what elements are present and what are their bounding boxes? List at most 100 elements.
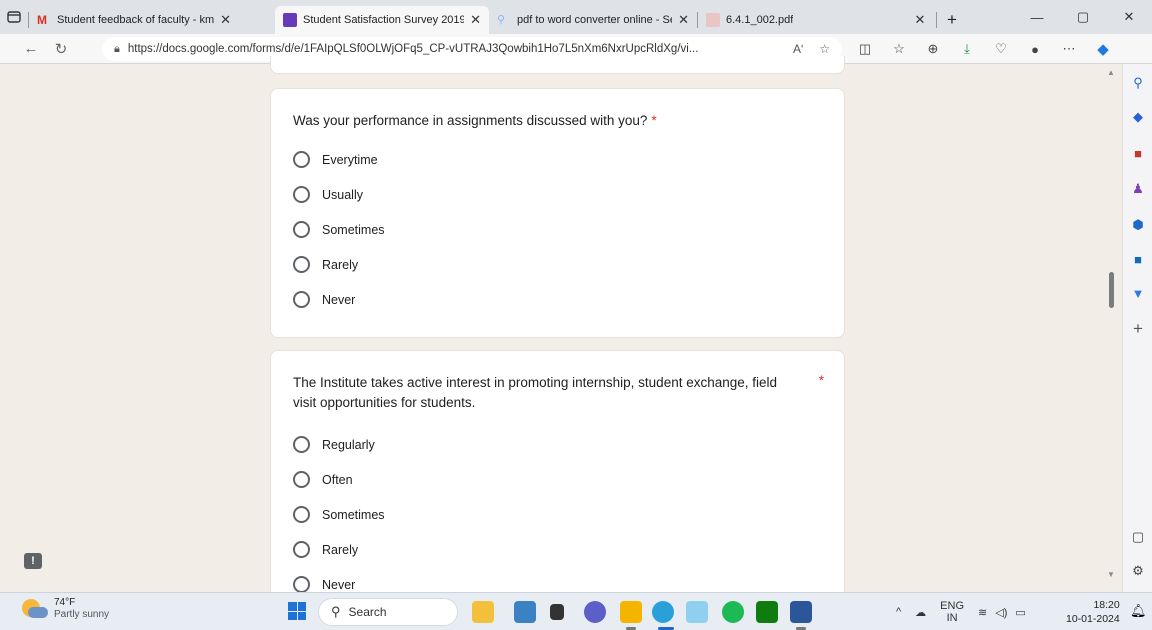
radio-option[interactable]: Rarely bbox=[293, 541, 358, 558]
downloads-icon[interactable]: ⤓ bbox=[950, 41, 984, 57]
onedrive-icon[interactable]: ☁ bbox=[915, 606, 926, 619]
search-icon[interactable]: ⚲ bbox=[1129, 74, 1147, 92]
teams-icon[interactable] bbox=[584, 601, 606, 623]
new-tab-button[interactable]: + bbox=[937, 6, 967, 34]
outlook-icon[interactable]: ■ bbox=[1129, 250, 1147, 268]
clock[interactable]: 18:20 10-01-2024 bbox=[1066, 598, 1120, 626]
games-icon[interactable]: ♟ bbox=[1129, 180, 1147, 198]
show-hidden-icons[interactable]: ^ bbox=[896, 606, 901, 618]
microsoft-365-icon[interactable]: ⬢ bbox=[1129, 216, 1147, 234]
pdf-icon bbox=[706, 13, 720, 27]
radio-button[interactable] bbox=[293, 576, 310, 593]
edge-icon[interactable] bbox=[652, 601, 674, 623]
close-window-button[interactable]: ✕ bbox=[1106, 9, 1152, 25]
radio-option[interactable]: Sometimes bbox=[293, 506, 385, 523]
tools-icon[interactable]: ■ bbox=[1129, 144, 1147, 162]
widgets-icon[interactable] bbox=[472, 601, 494, 623]
option-label: Sometimes bbox=[322, 222, 385, 237]
photos-icon[interactable] bbox=[686, 601, 708, 623]
tab-student-feedback[interactable]: M Student feedback of faculty - km ✕ bbox=[29, 6, 275, 34]
tab-label: Student Satisfaction Survey 2019 bbox=[303, 14, 465, 26]
wifi-icon[interactable]: ≋ bbox=[978, 606, 987, 619]
browser-essentials-icon[interactable]: ♡ bbox=[984, 41, 1018, 57]
profile-icon[interactable]: ● bbox=[1018, 42, 1052, 57]
tab-actions-button[interactable] bbox=[0, 0, 28, 34]
close-tab-icon[interactable]: ✕ bbox=[220, 12, 231, 28]
url-text: https://docs.google.com/forms/d/e/1FAIpQ… bbox=[127, 43, 699, 55]
radio-button[interactable] bbox=[293, 541, 310, 558]
back-icon[interactable]: ← bbox=[16, 40, 46, 57]
radio-option[interactable]: Regularly bbox=[293, 436, 375, 453]
sidebar-settings-icon[interactable]: ⚙ bbox=[1129, 562, 1147, 580]
scroll-thumb[interactable] bbox=[1109, 272, 1114, 308]
file-explorer-icon[interactable] bbox=[620, 601, 642, 623]
close-active-tab[interactable]: ✕ bbox=[898, 6, 936, 34]
radio-option[interactable]: Sometimes bbox=[293, 221, 385, 238]
weather-text: 74°F Partly sunny bbox=[54, 597, 109, 621]
language-code: ENG bbox=[940, 600, 965, 612]
question-card-assignments: Was your performance in assignments disc… bbox=[270, 88, 845, 338]
option-label: Sometimes bbox=[322, 507, 385, 522]
taskbar: 74°F Partly sunny ⚲ Search ^ ☁ ENG IN ≋ … bbox=[0, 592, 1152, 630]
refresh-icon[interactable]: ↻ bbox=[46, 40, 76, 58]
radio-option[interactable]: Often bbox=[293, 471, 353, 488]
radio-option[interactable]: Everytime bbox=[293, 151, 378, 168]
radio-option[interactable]: Usually bbox=[293, 186, 363, 203]
notification-bell-icon[interactable]: 🔔︎ bbox=[1130, 603, 1147, 619]
restore-button[interactable]: ▢ bbox=[1060, 9, 1106, 25]
tab-label: Student feedback of faculty - km bbox=[57, 14, 215, 26]
weather-widget[interactable]: 74°F Partly sunny bbox=[22, 597, 109, 621]
close-tab-icon[interactable]: ✕ bbox=[678, 12, 689, 28]
close-tab-icon[interactable]: ✕ bbox=[470, 12, 481, 28]
radio-button[interactable] bbox=[293, 186, 310, 203]
browser-toolbar: ◫ ☆ ⊕ ⤓ ♡ ● ⋯ ◆ bbox=[848, 34, 1120, 64]
radio-option[interactable]: Never bbox=[293, 576, 355, 593]
word-icon[interactable] bbox=[790, 601, 812, 623]
spotify-icon[interactable] bbox=[722, 601, 744, 623]
radio-button[interactable] bbox=[293, 506, 310, 523]
battery-icon[interactable]: ▭ bbox=[1015, 606, 1025, 619]
copilot-app-icon[interactable] bbox=[514, 601, 536, 623]
more-options-icon[interactable]: ⋯ bbox=[1052, 41, 1086, 57]
option-label: Usually bbox=[322, 187, 363, 202]
radio-button[interactable] bbox=[293, 256, 310, 273]
add-sidebar-app-icon[interactable]: + bbox=[1129, 319, 1147, 338]
option-label: Never bbox=[322, 292, 356, 307]
required-mark: * bbox=[818, 373, 824, 388]
collections-icon[interactable]: ⊕ bbox=[916, 41, 950, 57]
windows-start-icon[interactable] bbox=[288, 602, 306, 620]
favorites-icon[interactable]: ☆ bbox=[882, 41, 916, 57]
radio-button[interactable] bbox=[293, 436, 310, 453]
task-view-icon[interactable] bbox=[550, 604, 564, 620]
shopping-tag-icon[interactable]: ◆ bbox=[1129, 108, 1147, 126]
tab-pdf-converter[interactable]: ⚲ pdf to word converter online - Se ✕ bbox=[489, 6, 697, 34]
radio-button[interactable] bbox=[293, 291, 310, 308]
drop-icon[interactable]: ▼ bbox=[1129, 284, 1147, 302]
scroll-up-icon[interactable]: ▲ bbox=[1107, 68, 1115, 77]
option-label: Rarely bbox=[322, 542, 359, 557]
minimize-button[interactable]: — bbox=[1014, 10, 1060, 25]
radio-button[interactable] bbox=[293, 221, 310, 238]
radio-option[interactable]: Rarely bbox=[293, 256, 358, 273]
taskbar-search[interactable]: ⚲ Search bbox=[318, 598, 458, 626]
hide-sidebar-icon[interactable]: ▢ bbox=[1129, 528, 1147, 546]
language-indicator[interactable]: ENG IN bbox=[940, 600, 964, 624]
tab-student-satisfaction-survey[interactable]: Student Satisfaction Survey 2019 ✕ bbox=[275, 6, 489, 34]
tab-pdf-file[interactable]: 6.4.1_002.pdf bbox=[698, 6, 898, 34]
read-aloud-icon[interactable]: Aʹ bbox=[793, 42, 803, 56]
xbox-icon[interactable] bbox=[756, 601, 778, 623]
required-mark: * bbox=[651, 113, 657, 128]
copilot-icon[interactable]: ◆ bbox=[1086, 40, 1120, 58]
split-screen-icon[interactable]: ◫ bbox=[848, 41, 882, 57]
feedback-icon[interactable]: ! bbox=[24, 553, 42, 569]
search-label: Search bbox=[348, 605, 387, 619]
volume-icon[interactable]: ◁) bbox=[995, 606, 1007, 619]
radio-option[interactable]: Never bbox=[293, 291, 355, 308]
favorite-star-icon[interactable]: ☆ bbox=[819, 42, 830, 56]
radio-button[interactable] bbox=[293, 151, 310, 168]
page-scrollbar[interactable]: ▲ ▼ bbox=[1102, 64, 1122, 592]
previous-question-card bbox=[270, 56, 845, 74]
scroll-down-icon[interactable]: ▼ bbox=[1107, 570, 1115, 579]
radio-button[interactable] bbox=[293, 471, 310, 488]
gmail-icon: M bbox=[37, 13, 47, 27]
